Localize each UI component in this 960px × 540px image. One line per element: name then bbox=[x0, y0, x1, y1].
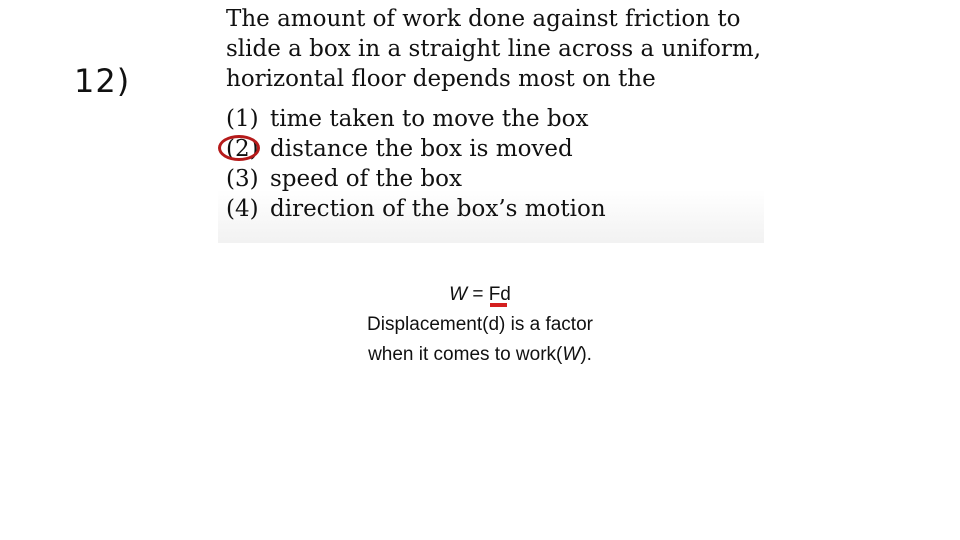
explanation-variable: W bbox=[562, 344, 581, 365]
stem-line: slide a box in a straight line across a … bbox=[226, 36, 762, 62]
explanation: W = Fd Displacement(d) is a factor when … bbox=[300, 280, 660, 370]
option-text: direction of the box’s motion bbox=[270, 196, 606, 222]
option-text: speed of the box bbox=[270, 166, 462, 192]
option-number: (3) bbox=[226, 166, 259, 192]
formula-rest: = Fd bbox=[467, 284, 511, 305]
option-4: (4) direction of the box’s motion bbox=[226, 194, 606, 224]
formula-variable: W bbox=[449, 284, 468, 305]
option-number: (4) bbox=[226, 196, 259, 222]
formula: W = Fd bbox=[300, 280, 660, 310]
explanation-text: ). bbox=[580, 344, 592, 365]
stem-line: horizontal floor depends most on the bbox=[226, 66, 656, 92]
question-number: 12) bbox=[74, 62, 131, 100]
question-image: The amount of work done against friction… bbox=[218, 0, 764, 243]
explanation-line: when it comes to work(W). bbox=[300, 340, 660, 370]
option-number: (1) bbox=[226, 106, 259, 132]
option-2: (2) distance the box is moved bbox=[226, 134, 606, 164]
option-1: (1) time taken to move the box bbox=[226, 104, 606, 134]
stem-line: The amount of work done against friction… bbox=[226, 6, 741, 32]
question-stem: The amount of work done against friction… bbox=[226, 4, 766, 94]
option-text: time taken to move the box bbox=[270, 106, 589, 132]
answer-options: (1) time taken to move the box (2) dista… bbox=[226, 104, 606, 224]
answer-circle-annotation bbox=[218, 135, 260, 161]
option-text: distance the box is moved bbox=[270, 136, 573, 162]
explanation-line: Displacement(d) is a factor bbox=[367, 314, 593, 335]
option-3: (3) speed of the box bbox=[226, 164, 606, 194]
explanation-text: when it comes to work( bbox=[368, 344, 563, 365]
displacement-underline-annotation bbox=[490, 303, 507, 307]
